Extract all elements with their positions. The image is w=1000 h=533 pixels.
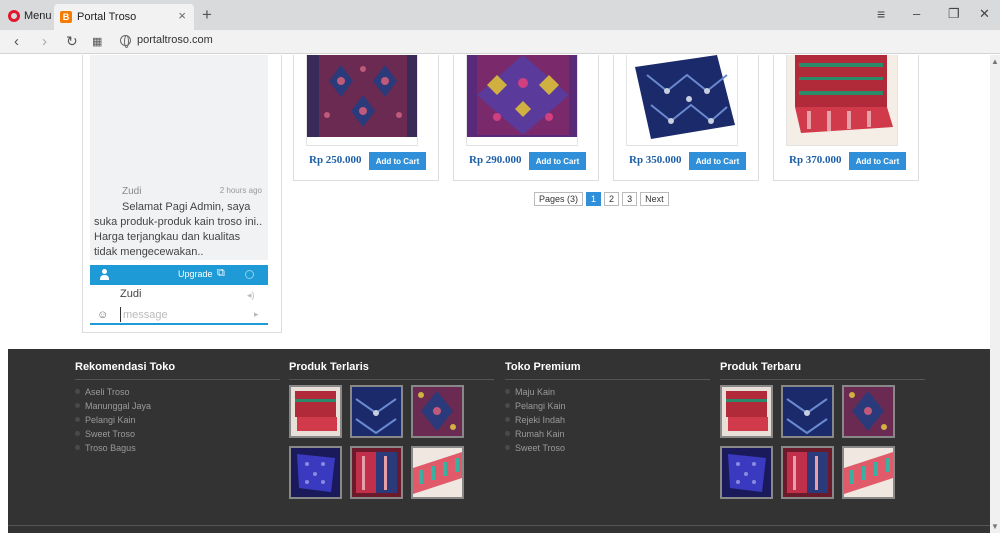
pagination: Pages (3) 1 2 3 Next xyxy=(534,192,669,206)
product-thumbnail[interactable] xyxy=(781,446,834,499)
add-to-cart-button[interactable]: Add to Cart xyxy=(849,152,906,170)
store-link[interactable]: Rumah Kain xyxy=(505,427,710,441)
store-link[interactable]: Sweet Troso xyxy=(75,427,280,441)
close-window-button[interactable]: ✕ xyxy=(979,6,990,22)
product-thumbnail[interactable] xyxy=(781,385,834,438)
back-icon[interactable]: ‹ xyxy=(14,33,19,50)
product-price: Rp 290.000 xyxy=(469,154,522,166)
footer-heading: Rekomendasi Toko xyxy=(75,361,280,380)
chat-input-row: ☺ ▸ xyxy=(90,305,268,325)
globe-icon xyxy=(120,34,131,48)
product-thumbnail[interactable] xyxy=(350,385,403,438)
product-image[interactable] xyxy=(306,55,418,146)
store-link[interactable]: Aseli Troso xyxy=(75,385,280,399)
tab-menu-icon[interactable]: ≡ xyxy=(877,6,885,22)
product-thumbnail[interactable] xyxy=(842,385,895,438)
sound-icon[interactable]: ◂) xyxy=(247,290,255,301)
chat-toolbar: Upgrade ⧉ xyxy=(90,265,268,285)
upgrade-link[interactable]: Upgrade xyxy=(178,269,213,279)
maximize-button[interactable]: ❐ xyxy=(948,6,960,22)
scroll-up-icon[interactable]: ▲ xyxy=(991,57,999,66)
reload-icon[interactable]: ↻ xyxy=(66,33,78,50)
page-scrollbar[interactable]: ▲ ▼ xyxy=(990,55,1000,533)
scroll-down-icon[interactable]: ▼ xyxy=(991,522,999,531)
footer: Rekomendasi Toko Aseli Troso Manunggal J… xyxy=(8,349,990,533)
terbaru-thumbnails xyxy=(720,385,925,499)
browser-tab-bar: Menu B Portal Troso × + ≡ – ❐ ✕ xyxy=(0,0,1000,30)
footer-toko-premium: Toko Premium Maju Kain Pelangi Kain Reje… xyxy=(505,361,710,455)
chat-message-user: Zudi xyxy=(122,186,142,197)
footer-rekomendasi-toko: Rekomendasi Toko Aseli Troso Manunggal J… xyxy=(75,361,280,455)
add-to-cart-button[interactable]: Add to Cart xyxy=(369,152,426,170)
page-link-2[interactable]: 2 xyxy=(604,192,620,206)
store-link[interactable]: Pelangi Kain xyxy=(505,399,710,413)
product-thumbnail[interactable] xyxy=(289,446,342,499)
store-link[interactable]: Rejeki Indah xyxy=(505,413,710,427)
page-link-3[interactable]: 3 xyxy=(622,192,638,206)
store-link[interactable]: Maju Kain xyxy=(505,385,710,399)
product-price: Rp 370.000 xyxy=(789,154,842,166)
footer-heading: Toko Premium xyxy=(505,361,710,380)
footer-divider xyxy=(8,525,990,526)
page-link-1[interactable]: 1 xyxy=(586,192,602,206)
product-image[interactable] xyxy=(626,55,738,146)
chat-current-user: Zudi xyxy=(120,288,142,300)
product-price: Rp 250.000 xyxy=(309,154,362,166)
store-link[interactable]: Pelangi Kain xyxy=(75,413,280,427)
product-card: Rp 250.000 Add to Cart xyxy=(293,55,439,181)
minimize-button[interactable]: – xyxy=(913,6,920,21)
product-thumbnail[interactable] xyxy=(411,446,464,499)
product-image[interactable] xyxy=(466,55,578,146)
footer-produk-terlaris: Produk Terlaris xyxy=(289,361,494,499)
product-thumbnail[interactable] xyxy=(842,446,895,499)
footer-produk-terbaru: Produk Terbaru xyxy=(720,361,925,499)
opera-logo-icon xyxy=(8,10,20,22)
tab-close-icon[interactable]: × xyxy=(178,8,186,23)
product-thumbnail[interactable] xyxy=(411,385,464,438)
external-link-icon[interactable]: ⧉ xyxy=(217,267,225,280)
add-to-cart-button[interactable]: Add to Cart xyxy=(689,152,746,170)
store-link[interactable]: Sweet Troso xyxy=(505,441,710,455)
url-text: portaltroso.com xyxy=(137,34,213,46)
new-tab-button[interactable]: + xyxy=(202,5,212,25)
chat-widget: Zudi 2 hours ago Selamat Pagi Admin, say… xyxy=(82,55,282,333)
store-link[interactable]: Manunggal Jaya xyxy=(75,399,280,413)
send-icon[interactable]: ▸ xyxy=(254,309,259,320)
product-thumbnail[interactable] xyxy=(350,446,403,499)
status-ring-icon[interactable] xyxy=(245,270,254,279)
blogger-favicon-icon: B xyxy=(60,11,72,23)
footer-heading: Produk Terbaru xyxy=(720,361,925,380)
product-card: Rp 370.000 Add to Cart xyxy=(773,55,919,181)
product-thumbnail[interactable] xyxy=(720,385,773,438)
product-card: Rp 350.000 Add to Cart xyxy=(613,55,759,181)
product-thumbnail[interactable] xyxy=(720,446,773,499)
terlaris-thumbnails xyxy=(289,385,494,499)
tab-title: Portal Troso xyxy=(77,11,137,23)
user-icon[interactable] xyxy=(100,269,109,280)
store-link[interactable]: Troso Bagus xyxy=(75,441,280,455)
pagination-summary: Pages (3) xyxy=(534,192,584,206)
chat-message-text: Selamat Pagi Admin, saya suka produk-pro… xyxy=(94,201,263,258)
chat-message-time: 2 hours ago xyxy=(219,186,262,195)
chat-message-area: Zudi 2 hours ago Selamat Pagi Admin, say… xyxy=(90,55,268,260)
chat-message-input[interactable] xyxy=(120,307,250,322)
next-page-link[interactable]: Next xyxy=(640,192,669,206)
product-price: Rp 350.000 xyxy=(629,154,682,166)
add-to-cart-button[interactable]: Add to Cart xyxy=(529,152,586,170)
menu-label: Menu xyxy=(24,10,52,22)
product-image[interactable] xyxy=(786,55,898,146)
browser-tab[interactable]: B Portal Troso × xyxy=(54,4,194,30)
opera-menu-button[interactable]: Menu xyxy=(8,7,52,25)
product-card: Rp 290.000 Add to Cart xyxy=(453,55,599,181)
forward-icon[interactable]: › xyxy=(42,33,47,50)
speed-dial-icon[interactable]: ▦ xyxy=(92,35,102,48)
footer-heading: Produk Terlaris xyxy=(289,361,494,380)
url-field[interactable]: portaltroso.com xyxy=(120,34,213,48)
page-viewport: Zudi 2 hours ago Selamat Pagi Admin, say… xyxy=(0,55,990,533)
product-thumbnail[interactable] xyxy=(289,385,342,438)
address-bar: ‹ › ↻ ▦ portaltroso.com xyxy=(0,30,1000,54)
smiley-icon[interactable]: ☺ xyxy=(97,309,108,321)
